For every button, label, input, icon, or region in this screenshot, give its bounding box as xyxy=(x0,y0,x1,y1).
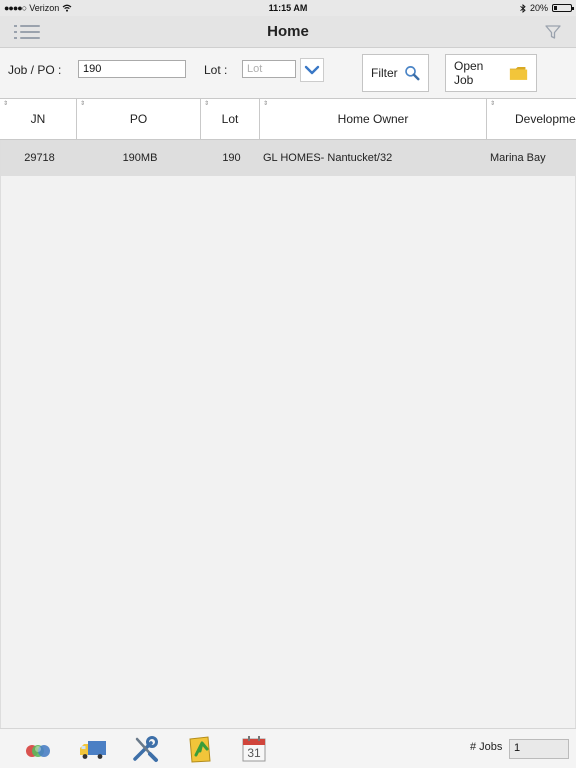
clock: 11:15 AM xyxy=(268,3,308,13)
search-toolbar: Job / PO : Lot : Filter Open Job xyxy=(0,48,576,98)
cell-jn: 29718 xyxy=(24,152,55,164)
cell-development: Marina Bay xyxy=(490,152,546,164)
battery-percent: 20% xyxy=(529,3,548,13)
cell-po: 190MB xyxy=(122,152,158,164)
battery-icon xyxy=(552,4,574,12)
filter-funnel-icon[interactable] xyxy=(544,23,562,41)
sort-indicator-icon: ⇕ xyxy=(204,101,210,107)
column-header-label: Home Owner xyxy=(337,112,409,126)
delivery-truck-icon[interactable] xyxy=(78,735,108,763)
column-header-jn[interactable]: ⇕ JN xyxy=(0,99,77,139)
lot-dropdown-button[interactable] xyxy=(300,58,324,82)
column-header-label: Development xyxy=(515,112,576,126)
filter-button-label: Filter xyxy=(371,66,398,80)
filter-button[interactable]: Filter xyxy=(362,54,429,92)
sort-indicator-icon: ⇕ xyxy=(263,101,269,107)
search-icon xyxy=(404,66,420,81)
cell-home-owner: GL HOMES- Nantucket/32 xyxy=(263,152,393,164)
color-circles-icon[interactable] xyxy=(24,735,54,763)
cell-lot: 190 xyxy=(222,152,241,164)
jobs-table-body: 29718 190MB 190 GL HOMES- Nantucket/32 M… xyxy=(0,140,576,728)
jobs-count-label: # Jobs xyxy=(470,741,503,753)
column-header-label: PO xyxy=(129,112,148,126)
column-header-home-owner[interactable]: ⇕ Home Owner xyxy=(260,99,487,139)
open-job-button[interactable]: Open Job xyxy=(445,54,537,92)
lot-label: Lot : xyxy=(204,63,228,77)
upload-document-icon[interactable] xyxy=(186,735,216,763)
column-header-label: Lot xyxy=(221,112,239,126)
calendar-day: 31 xyxy=(247,746,261,760)
page-title: Home xyxy=(267,23,309,40)
bluetooth-icon xyxy=(520,3,526,13)
battery-fill xyxy=(554,6,557,10)
open-job-button-label: Open Job xyxy=(454,59,484,87)
job-po-input[interactable] xyxy=(78,60,186,78)
bottom-toolbar: 31 # Jobs 1 xyxy=(0,728,576,768)
sort-indicator-icon: ⇕ xyxy=(80,101,86,107)
jobs-table-header: ⇕ JN ⇕ PO ⇕ Lot ⇕ Home Owner ⇕ Developme… xyxy=(0,98,576,140)
table-row[interactable]: 29718 190MB 190 GL HOMES- Nantucket/32 M… xyxy=(1,140,576,176)
folder-icon xyxy=(509,66,528,80)
status-bar-right: 20% xyxy=(520,3,574,13)
column-header-lot[interactable]: ⇕ Lot xyxy=(201,99,260,139)
job-po-label: Job / PO : xyxy=(8,63,62,77)
sort-indicator-icon: ⇕ xyxy=(3,101,9,107)
column-header-label: JN xyxy=(30,112,46,126)
column-header-development[interactable]: ⇕ Development xyxy=(487,99,576,139)
sort-indicator-icon: ⇕ xyxy=(490,101,496,107)
calendar-icon[interactable]: 31 xyxy=(241,735,267,763)
navigation-bar: Home xyxy=(0,16,576,48)
status-bar: ●●●●○ Verizon 11:15 AM 20% xyxy=(0,0,576,16)
jobs-count-field: 1 xyxy=(509,739,569,759)
lot-input[interactable] xyxy=(242,60,296,78)
tools-wrench-screwdriver-icon[interactable] xyxy=(131,735,161,763)
chevron-down-icon xyxy=(304,65,320,75)
column-header-po[interactable]: ⇕ PO xyxy=(77,99,201,139)
